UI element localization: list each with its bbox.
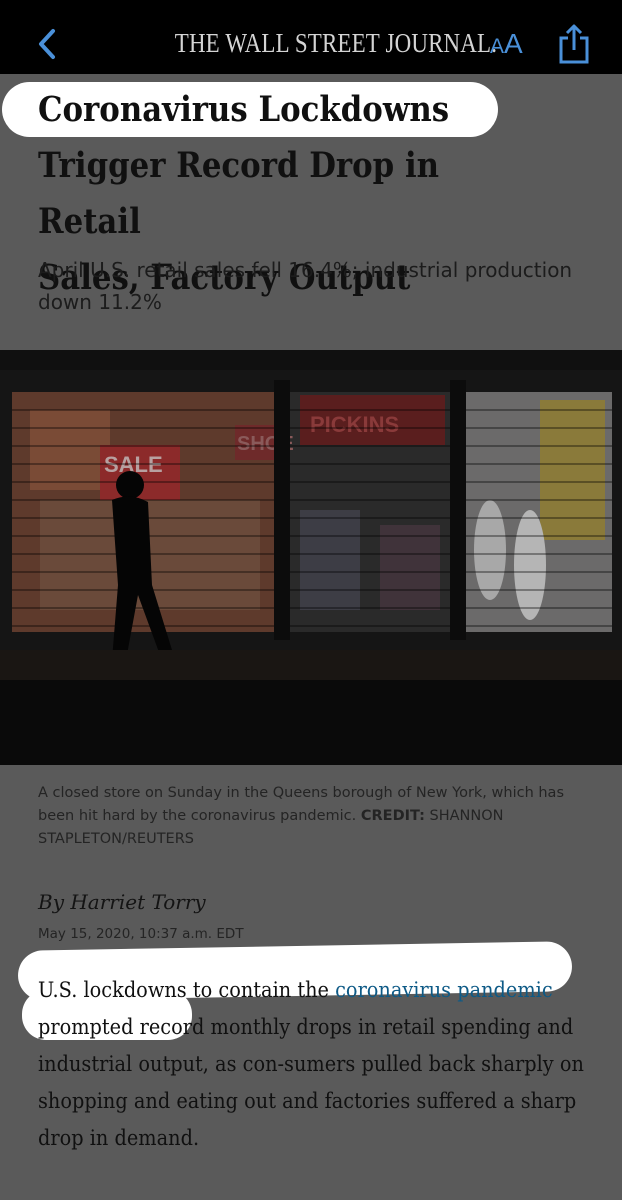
article-photo[interactable]: SALE SHOE PICKINS bbox=[0, 350, 622, 765]
body-text-after-link: prompted record monthly drops in retail … bbox=[38, 1015, 584, 1150]
text-size-button[interactable]: AA bbox=[490, 28, 523, 60]
masthead-logo: THE WALL STREET JOURNAL. bbox=[174, 28, 498, 58]
coronavirus-pandemic-link[interactable]: coronavirus pandemic bbox=[335, 978, 553, 1002]
text-size-large-label: A bbox=[504, 28, 523, 59]
article-deck: April U.S. retail sales fell 16.4%; indu… bbox=[38, 258, 573, 314]
top-navigation-bar: THE WALL STREET JOURNAL. AA bbox=[0, 0, 622, 74]
photo-caption: A closed store on Sunday in the Queens b… bbox=[38, 782, 598, 851]
author-byline: By Harriet Torry bbox=[38, 890, 206, 914]
share-icon[interactable] bbox=[556, 22, 592, 66]
store-photo-illustration: SALE SHOE PICKINS bbox=[0, 350, 622, 765]
publish-date: May 15, 2020, 10:37 a.m. EDT bbox=[38, 926, 244, 942]
caption-credit-label: CREDIT: bbox=[360, 808, 425, 824]
body-text-before-link: U.S. lockdowns to contain the bbox=[38, 978, 336, 1002]
article-body-paragraph: U.S. lockdowns to contain the coronaviru… bbox=[38, 972, 590, 1157]
back-chevron-icon[interactable] bbox=[34, 26, 60, 62]
article-screen: THE WALL STREET JOURNAL. AA Coronavirus … bbox=[0, 0, 622, 1200]
text-size-small-label: A bbox=[490, 35, 505, 58]
photo-pickins-sign: PICKINS bbox=[310, 412, 399, 437]
